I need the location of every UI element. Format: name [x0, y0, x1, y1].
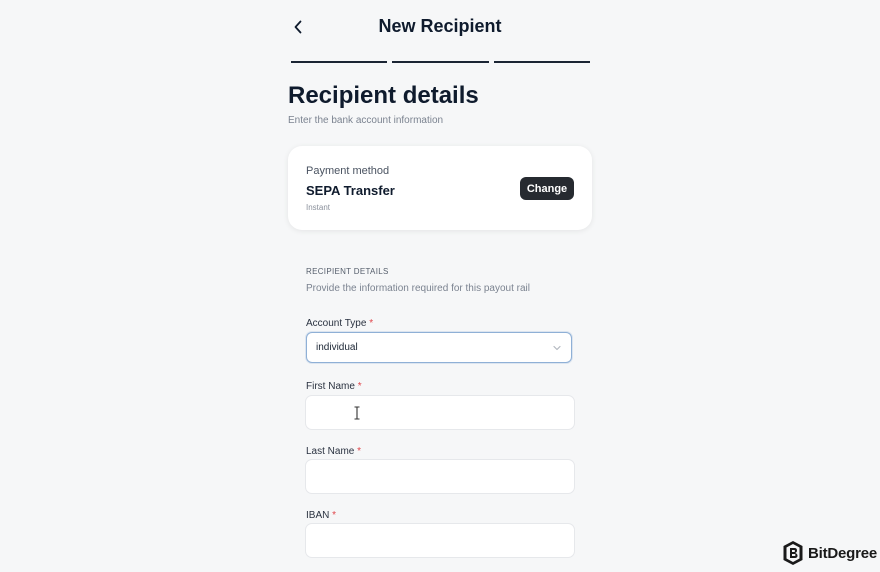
bitdegree-logo-icon — [783, 541, 803, 565]
last-name-label-text: Last Name — [306, 446, 355, 457]
progress-step-2 — [392, 61, 489, 63]
bitdegree-watermark: BitDegree — [782, 540, 877, 566]
bitdegree-watermark-text: BitDegree — [808, 544, 878, 562]
iban-label: IBAN * — [306, 510, 336, 521]
progress-step-3 — [493, 61, 590, 63]
recipient-details-title: RECIPIENT DETAILS — [306, 267, 389, 276]
first-name-label-text: First Name — [306, 381, 355, 392]
page-title: New Recipient — [378, 16, 502, 36]
required-mark: * — [369, 318, 374, 329]
first-name-label: First Name * — [306, 381, 362, 392]
required-mark: * — [357, 446, 362, 457]
account-type-select[interactable]: individual — [306, 332, 572, 363]
section-heading: Recipient details — [288, 82, 479, 109]
account-type-label: Account Type * — [306, 318, 373, 329]
recipient-details-description: Provide the information required for thi… — [306, 283, 531, 294]
payment-method-card: Payment method SEPA Transfer Instant Cha… — [288, 146, 592, 230]
payment-method-label: Payment method — [306, 165, 390, 177]
payment-method-speed: Instant — [306, 203, 331, 212]
payment-method-name: SEPA Transfer — [306, 183, 395, 198]
last-name-input[interactable] — [305, 459, 575, 494]
last-name-label: Last Name * — [306, 446, 361, 457]
header: New Recipient — [288, 0, 592, 56]
progress-step-1 — [291, 61, 388, 63]
required-mark: * — [332, 510, 337, 521]
iban-input[interactable] — [305, 523, 575, 558]
section-subheading: Enter the bank account information — [288, 115, 444, 126]
chevron-down-icon — [553, 345, 561, 351]
required-mark: * — [357, 381, 362, 392]
account-type-value: individual — [316, 342, 358, 353]
first-name-input[interactable] — [305, 395, 575, 430]
text-cursor-icon — [354, 406, 360, 420]
change-button[interactable]: Change — [520, 177, 574, 200]
progress-steps — [291, 61, 590, 63]
account-type-label-text: Account Type — [306, 318, 367, 329]
iban-label-text: IBAN — [306, 510, 330, 521]
